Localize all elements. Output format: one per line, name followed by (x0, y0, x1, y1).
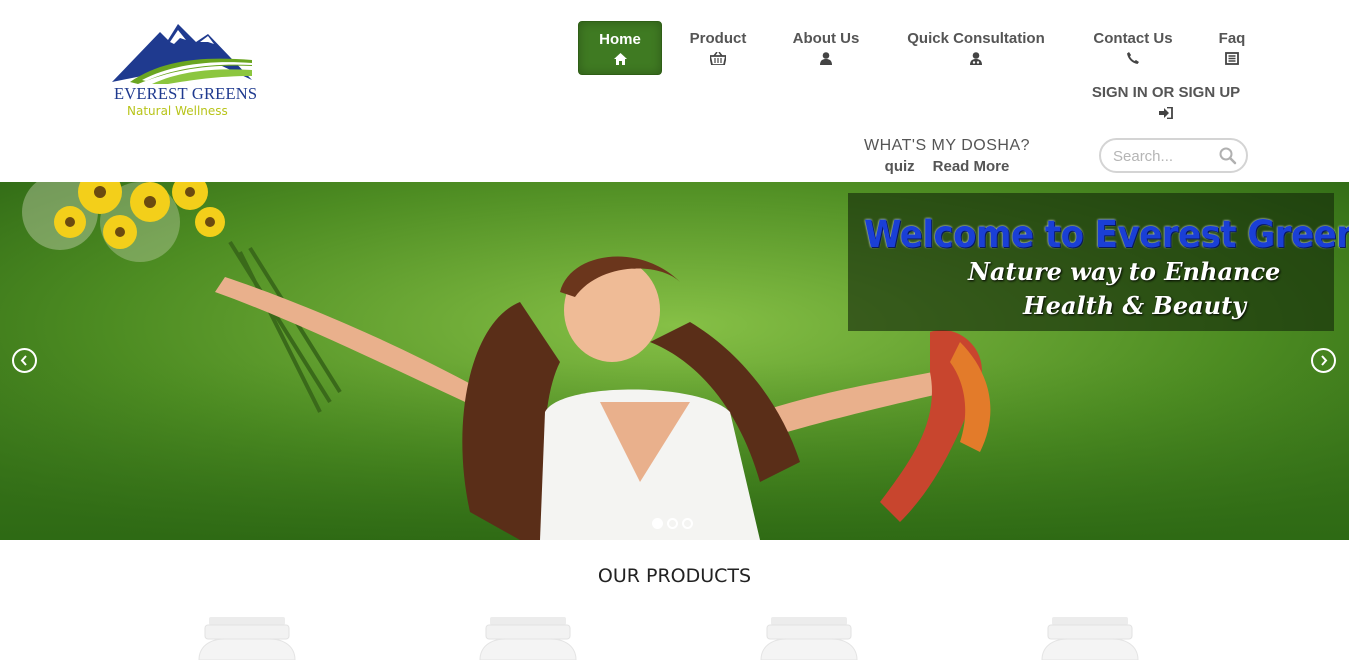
product-card-2[interactable] (476, 617, 580, 660)
basket-icon (682, 51, 754, 67)
read-more-link[interactable]: Read More (933, 158, 1010, 175)
search-icon[interactable] (1218, 146, 1238, 166)
logo-title: EVEREST GREENS (114, 84, 258, 103)
sign-in-link[interactable]: SIGN IN OR SIGN UP (1080, 84, 1252, 122)
nav-item-contact-us[interactable]: Contact Us (1084, 21, 1182, 75)
product-bottle-icon (479, 617, 577, 660)
slider-dot-1[interactable] (652, 518, 663, 529)
nav-item-quick-consultation[interactable]: Quick Consultation (898, 21, 1054, 75)
phone-icon (1084, 52, 1182, 66)
welcome-title: Welcome to Everest Green (864, 213, 1349, 257)
slider-prev-button[interactable] (12, 348, 37, 373)
nav-item-label: Home (599, 31, 641, 48)
site-logo[interactable]: EVEREST GREENS Natural Wellness (112, 20, 264, 120)
product-card-4[interactable] (1038, 617, 1142, 660)
product-bottle-icon (760, 617, 858, 660)
nav-item-label: About Us (792, 30, 860, 47)
nav-item-about-us[interactable]: About Us (784, 21, 868, 75)
product-bottle-icon (1041, 617, 1139, 660)
nav-item-label: Product (689, 30, 747, 47)
nav-item-label: Contact Us (1093, 30, 1173, 47)
slider-indicators (652, 516, 697, 529)
dosha-quiz-block: WHAT'S MY DOSHA? quiz Read More (858, 137, 1036, 175)
mountain-logo-icon (112, 24, 252, 84)
dosha-title: WHAT'S MY DOSHA? (863, 137, 1031, 154)
sign-in-label: SIGN IN OR SIGN UP (1091, 84, 1241, 101)
chevron-left-icon (20, 355, 27, 366)
slider-dot-2[interactable] (667, 518, 678, 529)
nav-item-product[interactable]: Product (682, 21, 754, 75)
user-icon (784, 52, 868, 67)
slider-next-button[interactable] (1311, 348, 1336, 373)
sign-in-icon (1080, 106, 1252, 122)
products-section-title: OUR PRODUCTS (597, 565, 752, 587)
hero-slider: Welcome to Everest Green Nature way to E… (0, 182, 1349, 540)
nav-item-faq[interactable]: Faq (1212, 21, 1252, 75)
site-header: EVEREST GREENS Natural Wellness Home Pro… (0, 0, 1349, 182)
search-input[interactable] (1113, 147, 1217, 165)
nav-item-home[interactable]: Home (578, 21, 662, 75)
home-icon (579, 53, 661, 67)
product-bottle-icon (198, 617, 296, 660)
nav-item-label: Faq (1218, 30, 1246, 47)
user-doctor-icon (898, 52, 1054, 67)
welcome-tagline-line2: Health & Beauty (1023, 291, 1247, 320)
welcome-tagline-line1: Nature way to Enhance (968, 257, 1281, 286)
logo-subtitle: Natural Wellness (127, 104, 228, 118)
document-icon (1212, 52, 1252, 67)
quiz-link[interactable]: quiz (885, 158, 915, 175)
product-card-3[interactable] (757, 617, 861, 660)
welcome-banner: Welcome to Everest Green Nature way to E… (848, 193, 1349, 331)
nav-item-label: Quick Consultation (907, 30, 1045, 47)
product-card-1[interactable] (195, 617, 299, 660)
dosha-links: quiz Read More (858, 158, 1036, 175)
chevron-right-icon (1321, 355, 1328, 366)
search-box (1099, 138, 1248, 173)
slider-dot-3[interactable] (682, 518, 693, 529)
